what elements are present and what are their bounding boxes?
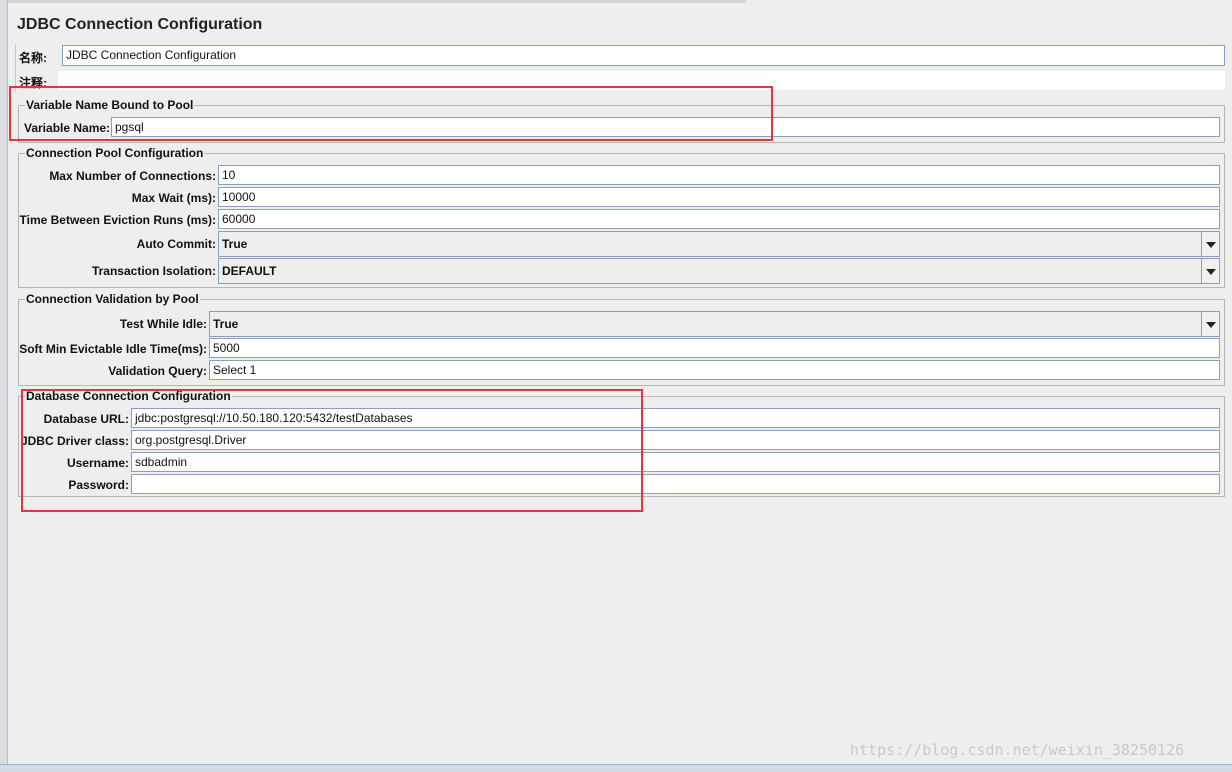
name-label: 名称: <box>19 51 47 65</box>
highlight-box-database-connection <box>21 389 643 512</box>
test-while-idle-dropdown-button[interactable] <box>1201 312 1219 336</box>
connection-pool-group-legend: Connection Pool Configuration <box>26 146 204 160</box>
max-wait-field[interactable]: 10000 <box>218 187 1220 207</box>
auto-commit-select[interactable]: True <box>218 231 1220 257</box>
max-connections-field[interactable]: 10 <box>218 165 1220 185</box>
validation-query-label: Validation Query: <box>108 364 207 378</box>
soft-min-idle-label: Soft Min Evictable Idle Time(ms): <box>19 342 207 356</box>
transaction-isolation-dropdown-button[interactable] <box>1201 259 1219 283</box>
auto-commit-value: True <box>222 237 248 251</box>
connection-validation-group-legend: Connection Validation by Pool <box>26 292 199 306</box>
max-wait-label: Max Wait (ms): <box>131 191 216 205</box>
highlight-box-variable-name <box>9 86 773 141</box>
transaction-isolation-select[interactable]: DEFAULT <box>218 258 1220 284</box>
validation-query-field[interactable]: Select 1 <box>209 360 1220 380</box>
left-scrollbar-edge <box>0 0 8 771</box>
page-title: JDBC Connection Configuration <box>17 16 263 33</box>
soft-min-idle-field[interactable]: 5000 <box>209 338 1220 358</box>
transaction-isolation-label: Transaction Isolation: <box>91 264 216 278</box>
auto-commit-dropdown-button[interactable] <box>1201 232 1219 256</box>
chevron-down-icon <box>1206 322 1216 328</box>
test-while-idle-label: Test While Idle: <box>119 317 207 331</box>
watermark-text: https://blog.csdn.net/weixin_38250126 <box>850 741 1185 759</box>
max-connections-label: Max Number of Connections: <box>49 169 216 183</box>
transaction-isolation-value: DEFAULT <box>222 264 277 278</box>
test-while-idle-select[interactable]: True <box>209 311 1220 337</box>
test-while-idle-value: True <box>213 317 239 331</box>
top-divider <box>8 0 746 3</box>
chevron-down-icon <box>1206 242 1216 248</box>
chevron-down-icon <box>1206 269 1216 275</box>
name-field[interactable]: JDBC Connection Configuration <box>62 45 1225 66</box>
eviction-runs-field[interactable]: 60000 <box>218 209 1220 229</box>
auto-commit-label: Auto Commit: <box>136 237 216 251</box>
eviction-runs-label: Time Between Eviction Runs (ms): <box>19 213 216 227</box>
